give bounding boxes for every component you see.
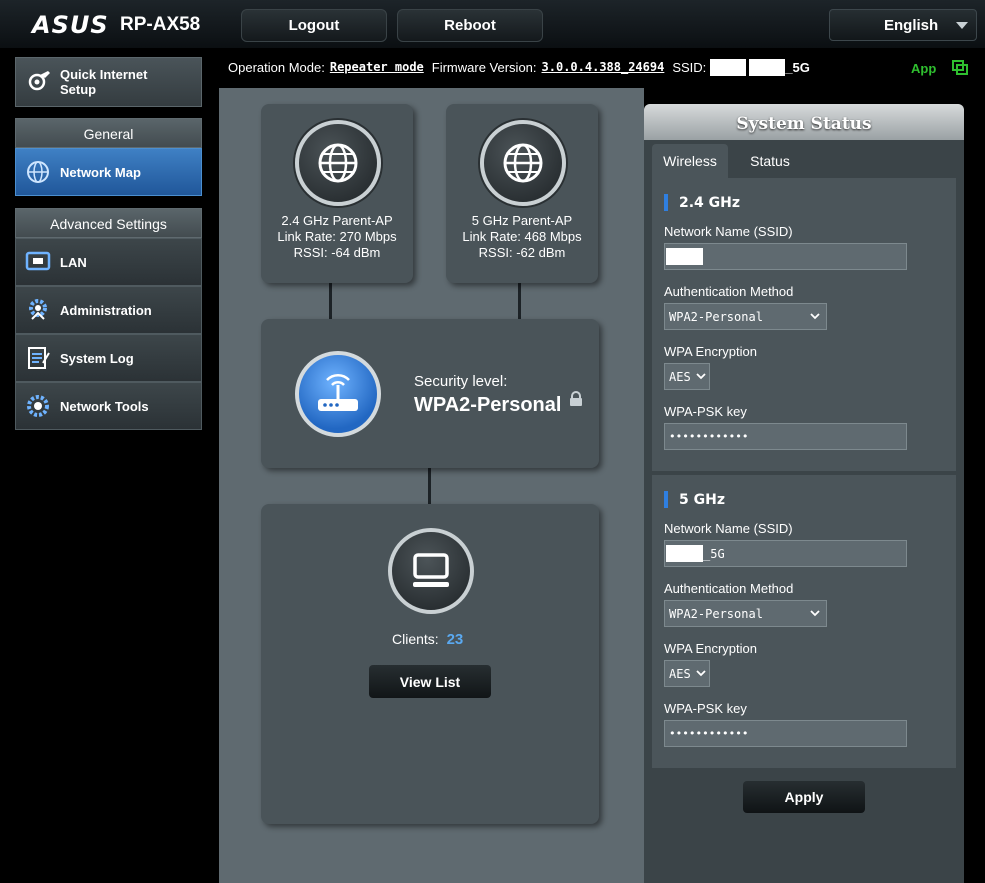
app-link[interactable]: App <box>911 61 936 76</box>
tab-wireless[interactable]: Wireless <box>652 144 728 178</box>
sidebar-item-lan[interactable]: LAN <box>15 238 202 286</box>
sidebar-item-administration[interactable]: Administration <box>15 286 202 334</box>
sidebar-item-label: Network Tools <box>60 398 149 414</box>
globe-icon[interactable] <box>480 120 566 206</box>
band-marker <box>664 194 668 211</box>
network-map-icon <box>24 158 52 186</box>
connector-line <box>329 283 332 321</box>
ssid-24-field[interactable] <box>664 243 907 270</box>
op-mode-link[interactable]: Repeater mode <box>330 60 424 74</box>
psk-24-label: WPA-PSK key <box>664 404 747 419</box>
auth-24-value: WPA2-Personal <box>669 309 763 324</box>
model-name: RP-AX58 <box>120 14 201 35</box>
ssid-24-label: Network Name (SSID) <box>664 224 793 239</box>
enc-5-value: AES <box>669 666 691 681</box>
ap-link-rate: Link Rate: 270 Mbps <box>277 229 397 244</box>
psk-5-field[interactable]: •••••••••••• <box>664 720 907 747</box>
enc-5-select[interactable]: AES <box>664 660 710 687</box>
qis-label-line2: Setup <box>60 82 97 97</box>
ssid-redacted-2 <box>749 58 786 76</box>
ssid-5-label: Network Name (SSID) <box>664 521 793 536</box>
tab-status[interactable]: Status <box>732 144 808 178</box>
sidebar-item-network-map[interactable]: Network Map <box>15 148 202 196</box>
band-marker <box>664 491 668 508</box>
ssid-label: SSID: <box>672 59 707 75</box>
ssid-5-field[interactable]: _5G <box>664 540 907 567</box>
ssid-suffix: _5G <box>785 59 810 75</box>
advanced-settings-header: Advanced Settings <box>15 208 202 238</box>
chevron-down-icon <box>810 313 820 320</box>
band-5ghz-title: 5 GHz <box>679 492 725 508</box>
clients-label: Clients: <box>392 631 439 647</box>
info-bar: Operation Mode: Repeater mode Firmware V… <box>228 58 810 76</box>
chevron-down-icon <box>696 670 706 677</box>
sidebar-item-label: System Log <box>60 350 134 366</box>
logout-button[interactable]: Logout <box>241 9 387 42</box>
connector-line <box>428 468 431 505</box>
ap-link-rate: Link Rate: 468 Mbps <box>462 229 582 244</box>
router-icon[interactable] <box>295 351 381 437</box>
auth-24-label: Authentication Method <box>664 284 794 299</box>
ap-title: 2.4 GHz Parent-AP <box>281 213 393 228</box>
general-header: General <box>15 118 202 148</box>
lan-icon <box>24 248 52 276</box>
network-tools-icon <box>24 392 52 420</box>
security-level-value: WPA2-Personal <box>414 394 562 416</box>
psk-24-value: •••••••••••• <box>669 430 749 443</box>
chevron-down-icon <box>696 373 706 380</box>
clients-count[interactable]: 23 <box>447 631 464 648</box>
language-select[interactable]: English <box>829 9 977 41</box>
band-24ghz-title: 2.4 GHz <box>679 195 741 211</box>
qis-label: Quick Internet Setup <box>60 67 147 97</box>
ssid-redacted-1 <box>710 58 747 76</box>
ssid-5-value: _5G <box>703 546 725 561</box>
chevron-down-icon <box>810 610 820 617</box>
globe-icon[interactable] <box>295 120 381 206</box>
sidebar-item-system-log[interactable]: System Log <box>15 334 202 382</box>
sidebar-item-network-tools[interactable]: Network Tools <box>15 382 202 430</box>
sidebar-item-label: Network Map <box>60 164 141 180</box>
enc-24-select[interactable]: AES <box>664 363 710 390</box>
ap-title: 5 GHz Parent-AP <box>471 213 573 228</box>
ap-rssi: RSSI: -64 dBm <box>293 245 381 260</box>
view-list-button[interactable]: View List <box>369 665 491 698</box>
enc-5-label: WPA Encryption <box>664 641 757 656</box>
clients-summary: Clients: 23 <box>392 631 463 648</box>
chevron-down-icon <box>956 22 968 29</box>
administration-icon <box>24 296 52 324</box>
wizard-icon <box>28 71 50 91</box>
enc-24-value: AES <box>669 369 691 384</box>
system-log-icon <box>24 344 52 372</box>
sidebar-item-label: LAN <box>60 254 87 270</box>
auth-5-value: WPA2-Personal <box>669 606 763 621</box>
monitor-icon[interactable] <box>388 528 474 614</box>
enc-24-label: WPA Encryption <box>664 344 757 359</box>
sidebar-item-label: Administration <box>60 302 152 318</box>
ssid-redacted <box>666 248 703 265</box>
language-value: English <box>884 16 939 34</box>
app-monitor-icon[interactable] <box>952 60 968 76</box>
parent-ap-24ghz-info: 2.4 GHz Parent-AP Link Rate: 270 Mbps RS… <box>261 213 413 261</box>
psk-5-value: •••••••••••• <box>669 727 749 740</box>
psk-24-field[interactable]: •••••••••••• <box>664 423 907 450</box>
auth-5-select[interactable]: WPA2-Personal <box>664 600 827 627</box>
quick-internet-setup[interactable]: Quick Internet Setup <box>15 57 202 107</box>
security-level-label: Security level: <box>414 373 508 390</box>
op-mode-label: Operation Mode: <box>228 59 325 75</box>
firmware-label: Firmware Version: <box>431 59 537 75</box>
auth-24-select[interactable]: WPA2-Personal <box>664 303 827 330</box>
connector-line <box>518 283 521 321</box>
system-status-title: System Status <box>644 104 964 140</box>
ap-rssi: RSSI: -62 dBm <box>478 245 566 260</box>
psk-5-label: WPA-PSK key <box>664 701 747 716</box>
firmware-link[interactable]: 3.0.0.4.388_24694 <box>542 60 665 74</box>
lock-icon <box>570 391 582 406</box>
parent-ap-5ghz-info: 5 GHz Parent-AP Link Rate: 468 Mbps RSSI… <box>446 213 598 261</box>
qis-label-line1: Quick Internet <box>60 67 148 82</box>
asus-logo: ASUS <box>32 11 109 39</box>
reboot-button[interactable]: Reboot <box>397 9 543 42</box>
auth-5-label: Authentication Method <box>664 581 794 596</box>
ssid-redacted <box>666 545 703 562</box>
apply-button[interactable]: Apply <box>743 781 865 813</box>
